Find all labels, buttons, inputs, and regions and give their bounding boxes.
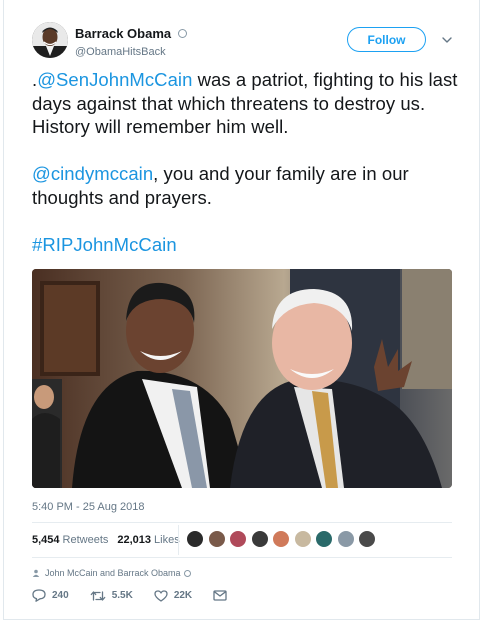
retweets-stat[interactable]: 5,454 Retweets (32, 534, 108, 546)
author-avatar[interactable] (32, 22, 68, 58)
tweet-paragraph-3: #RIPJohnMcCain (32, 233, 462, 257)
liker-avatar[interactable] (229, 530, 247, 548)
tweet-text: .@SenJohnMcCain was a patriot, fighting … (32, 68, 462, 280)
likes-count: 22,013 (117, 534, 152, 546)
liker-avatar[interactable] (358, 530, 376, 548)
like-button[interactable]: 22K (154, 589, 193, 602)
tweet-paragraph-1: .@SenJohnMcCain was a patriot, fighting … (32, 68, 462, 139)
divider-bottom (32, 557, 452, 558)
author-handle[interactable]: @ObamaHitsBack (75, 46, 187, 58)
heart-icon (154, 589, 168, 602)
liker-avatar[interactable] (186, 530, 204, 548)
author-name[interactable]: Barrack Obama (75, 26, 171, 41)
reply-count: 240 (52, 590, 69, 601)
likes-stat[interactable]: 22,013 Likes (117, 534, 179, 546)
chevron-down-icon[interactable] (441, 35, 453, 45)
follow-button[interactable]: Follow (347, 27, 426, 52)
liker-avatar[interactable] (272, 530, 290, 548)
liker-avatar[interactable] (207, 530, 226, 548)
lock-icon (183, 569, 191, 577)
retweets-count: 5,454 (32, 534, 60, 546)
reply-icon (32, 589, 46, 602)
divider-top (32, 522, 452, 523)
envelope-icon (213, 590, 227, 601)
mention-cindymccain[interactable]: @cindymccain (32, 163, 153, 184)
retweet-icon (90, 590, 106, 601)
author-info: Barrack Obama @ObamaHitsBack (75, 25, 187, 58)
retweet-button[interactable]: 5.5K (90, 590, 133, 602)
liker-avatar[interactable] (336, 530, 355, 548)
tweet-card: Barrack Obama @ObamaHitsBack Follow .@Se… (0, 0, 483, 621)
tweet-timestamp[interactable]: 5:40 PM - 25 Aug 2018 (32, 501, 145, 513)
liker-avatar[interactable] (250, 530, 269, 548)
engagement-stats: 5,454 Retweets 22,013 Likes (32, 534, 189, 546)
liker-avatars (186, 530, 380, 548)
retweet-count: 5.5K (111, 590, 133, 601)
direct-message-button[interactable] (213, 590, 233, 601)
hashtag-ripjohnmccain[interactable]: #RIPJohnMcCain (32, 234, 177, 255)
stats-separator (178, 525, 179, 555)
tweet-actions: 240 5.5K 22K (32, 589, 254, 602)
lock-icon (177, 29, 187, 39)
conversation-participants[interactable]: John McCain and Barrack Obama (32, 568, 191, 578)
liker-avatar[interactable] (315, 530, 333, 548)
tweet-paragraph-2: @cindymccain, you and your family are in… (32, 162, 462, 209)
likes-label: Likes (154, 534, 180, 546)
participants-text: John McCain and Barrack Obama (45, 568, 181, 578)
retweets-label: Retweets (62, 534, 109, 546)
mention-senjohnmccain[interactable]: @SenJohnMcCain (37, 69, 192, 90)
photo-two-men-laughing-icon (32, 269, 452, 488)
person-icon (32, 569, 40, 577)
liker-avatar[interactable] (293, 530, 312, 548)
tweet-photo[interactable] (32, 269, 452, 488)
like-count: 22K (173, 590, 193, 601)
reply-button[interactable]: 240 (32, 589, 69, 602)
